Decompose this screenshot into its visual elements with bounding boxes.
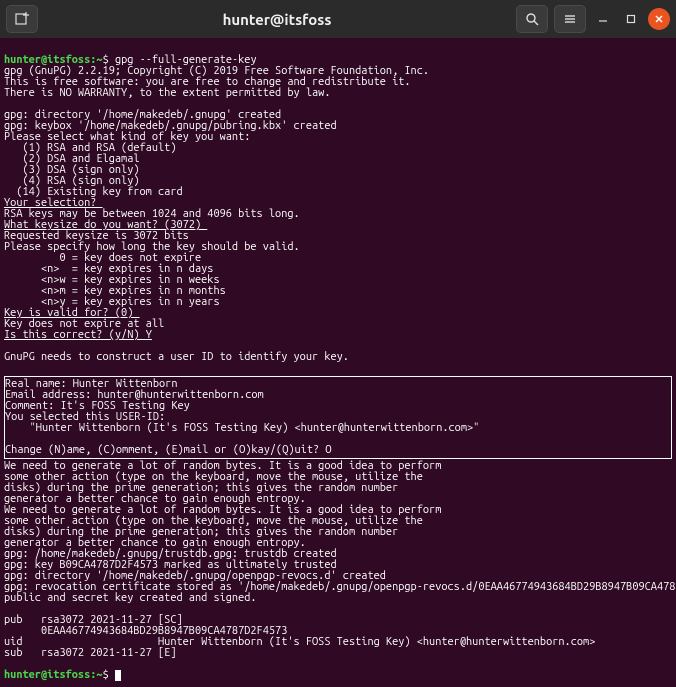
prompt-symbol: $ (103, 669, 109, 681)
prompt-user: hunter@itsfoss (4, 669, 90, 681)
titlebar: hunter@itsfoss (0, 0, 676, 38)
terminal-output[interactable]: hunter@itsfoss:~$ gpg --full-generate-ke… (0, 38, 676, 687)
output-line: sub rsa3072 2021-11-27 [E] (4, 647, 176, 659)
output-line: GnuPG needs to construct a user ID to id… (4, 351, 349, 363)
minimize-button[interactable] (592, 8, 614, 30)
output-line: Y (146, 329, 152, 341)
search-button[interactable] (516, 5, 548, 33)
output-line: Change (N)ame, (C)omment, (E)mail or (O)… (5, 444, 331, 456)
maximize-button[interactable] (620, 8, 642, 30)
new-tab-button[interactable] (6, 5, 38, 33)
output-line: "Hunter Wittenborn (It's FOSS Testing Ke… (5, 422, 479, 434)
cursor-icon (115, 670, 121, 681)
output-line: Is this correct? (y/N) (4, 329, 146, 341)
user-id-box: Real name: Hunter Wittenborn Email addre… (4, 376, 672, 459)
output-line: There is NO WARRANTY, to the extent perm… (4, 87, 330, 99)
close-button[interactable] (648, 8, 670, 30)
output-line: public and secret key created and signed… (4, 592, 257, 604)
window-title: hunter@itsfoss (44, 11, 510, 28)
menu-button[interactable] (554, 5, 586, 33)
